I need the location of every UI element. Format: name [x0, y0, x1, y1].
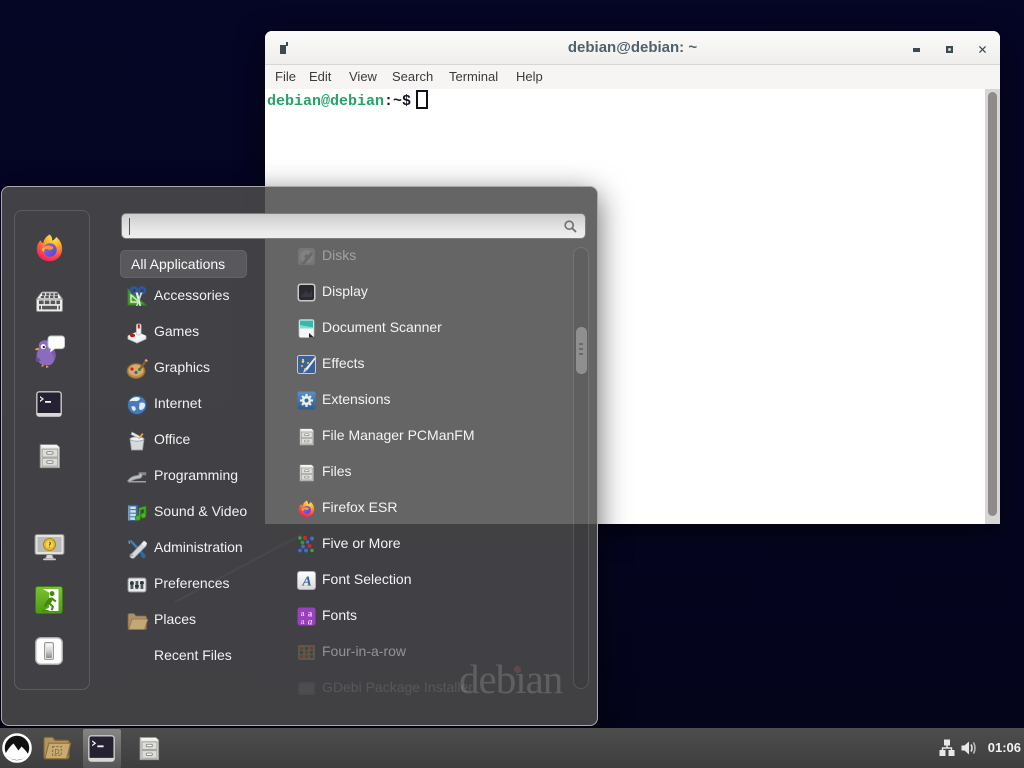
svg-text:a: a [308, 617, 313, 627]
svg-text:a: a [301, 616, 305, 626]
svg-text:D: D [54, 747, 59, 756]
svg-text:A: A [301, 575, 311, 590]
